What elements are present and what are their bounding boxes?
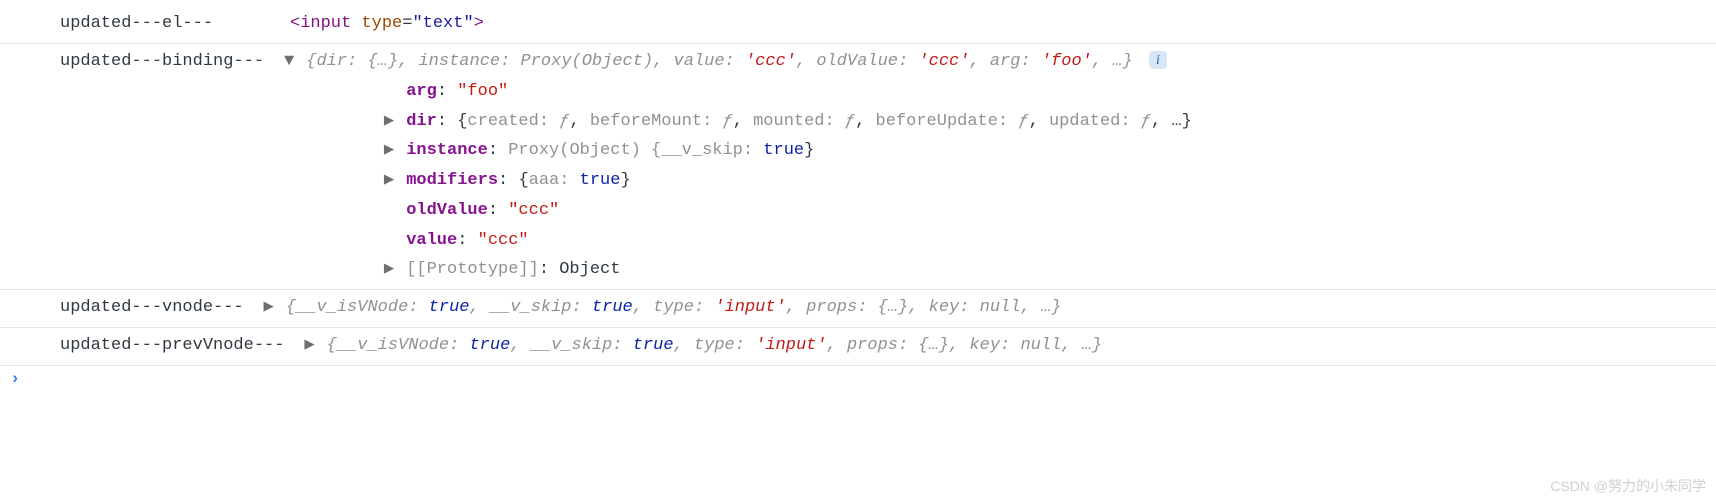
log-row-el: updated---el--- <input type="text">: [0, 6, 1716, 44]
expand-arrow-right-icon[interactable]: ▶: [382, 255, 396, 285]
expand-arrow-right-icon[interactable]: ▶: [382, 107, 396, 137]
expand-arrow-right-icon[interactable]: ▶: [382, 166, 396, 196]
expand-arrow-right-icon[interactable]: ▶: [302, 332, 316, 361]
log-label: updated---prevVnode---: [60, 332, 284, 361]
log-value-el[interactable]: <input type="text">: [290, 10, 1706, 39]
log-label: updated---vnode---: [60, 294, 244, 323]
prop-value[interactable]: ▶ value: "ccc": [382, 226, 1706, 256]
watermark: CSDN @努力的小朱同学: [1550, 476, 1706, 496]
chevron-right-icon: ›: [10, 370, 20, 389]
console-output: updated---el--- <input type="text"> upda…: [0, 0, 1716, 397]
expand-arrow-right-icon[interactable]: ▶: [262, 294, 276, 323]
console-prompt[interactable]: ›: [0, 366, 1716, 393]
log-value-binding-summary[interactable]: ▼ {dir: {…}, instance: Proxy(Object), va…: [282, 48, 1706, 77]
prop-dir[interactable]: ▶ dir: {created: ƒ, beforeMount: ƒ, moun…: [382, 107, 1706, 137]
prop-instance[interactable]: ▶ instance: Proxy(Object) {__v_skip: tru…: [382, 136, 1706, 166]
expand-arrow-right-icon[interactable]: ▶: [382, 136, 396, 166]
prop-modifiers[interactable]: ▶ modifiers: {aaa: true}: [382, 166, 1706, 196]
binding-children: ▶ arg: "foo" ▶ dir: {created: ƒ, beforeM…: [0, 77, 1716, 290]
log-value-vnode[interactable]: ▶ {__v_isVNode: true, __v_skip: true, ty…: [262, 294, 1706, 323]
info-icon[interactable]: i: [1149, 51, 1167, 69]
log-row-prevvnode: updated---prevVnode--- ▶ {__v_isVNode: t…: [0, 328, 1716, 366]
log-value-prevvnode[interactable]: ▶ {__v_isVNode: true, __v_skip: true, ty…: [302, 332, 1706, 361]
expand-arrow-down-icon[interactable]: ▼: [282, 48, 296, 77]
prop-arg[interactable]: ▶ arg: "foo": [382, 77, 1706, 107]
log-label: updated---el---: [60, 10, 260, 39]
log-label: updated---binding---: [60, 48, 264, 77]
prop-prototype[interactable]: ▶ [[Prototype]]: Object: [382, 255, 1706, 285]
log-row-vnode: updated---vnode--- ▶ {__v_isVNode: true,…: [0, 290, 1716, 328]
log-row-binding: updated---binding--- ▼ {dir: {…}, instan…: [0, 44, 1716, 77]
prop-oldvalue[interactable]: ▶ oldValue: "ccc": [382, 196, 1706, 226]
